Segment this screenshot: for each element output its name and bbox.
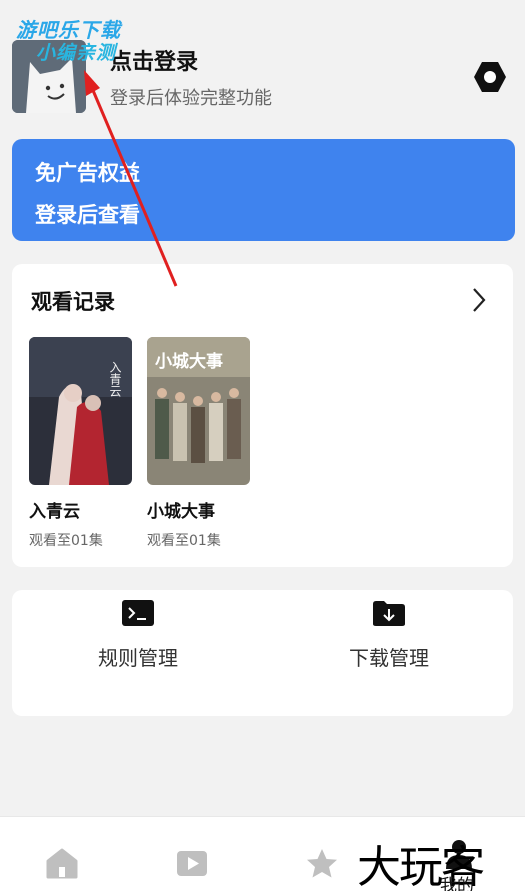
home-icon[interactable] — [45, 847, 79, 879]
history-item-title: 小城大事 — [147, 502, 215, 522]
terminal-icon — [121, 598, 155, 628]
ad-banner-subtitle: 登录后查看 — [35, 203, 140, 227]
ad-free-banner[interactable]: 免广告权益 登录后查看 — [12, 139, 515, 241]
rule-management-button[interactable]: 规则管理 — [48, 598, 228, 671]
history-item-progress: 观看至01集 — [147, 533, 221, 549]
history-item-progress: 观看至01集 — [29, 533, 103, 549]
rule-management-label: 规则管理 — [98, 646, 178, 670]
login-subtitle: 登录后体验完整功能 — [110, 88, 272, 109]
poster-image[interactable]: 小城大事 — [147, 337, 250, 485]
poster-title-text: 入青云 — [108, 361, 122, 398]
download-folder-icon — [372, 598, 406, 628]
history-item[interactable]: 入青云 入青云 观看至01集 — [29, 337, 133, 550]
ad-banner-title: 免广告权益 — [35, 161, 140, 185]
history-item[interactable]: 小城大事 小城大事 观看至01集 — [147, 337, 251, 550]
download-management-button[interactable]: 下载管理 — [299, 598, 479, 671]
star-icon[interactable] — [305, 847, 339, 879]
tools-card: 规则管理 下载管理 — [12, 590, 513, 716]
poster-image[interactable]: 入青云 — [29, 337, 132, 485]
login-title[interactable]: 点击登录 — [110, 44, 198, 76]
profile-header: 点击登录 登录后体验完整功能 游吧乐下载 小编亲测 — [0, 0, 525, 130]
watch-history-title: 观看记录 — [31, 290, 115, 314]
nav-label-profile[interactable]: 我的 — [440, 871, 474, 891]
watch-history-card: 观看记录 入青云 入青云 观看至01集 小城大事 小城大事 观看至01集 — [12, 264, 513, 567]
bottom-navigation: 大玩客 我的 — [0, 816, 525, 891]
settings-icon[interactable] — [472, 60, 508, 94]
chevron-right-icon[interactable] — [470, 286, 488, 314]
poster-title-text: 小城大事 — [155, 351, 223, 372]
download-management-label: 下载管理 — [349, 646, 429, 670]
video-play-icon[interactable] — [175, 847, 209, 879]
watermark-line2: 小编亲测 — [36, 42, 117, 64]
history-item-title: 入青云 — [29, 502, 80, 522]
